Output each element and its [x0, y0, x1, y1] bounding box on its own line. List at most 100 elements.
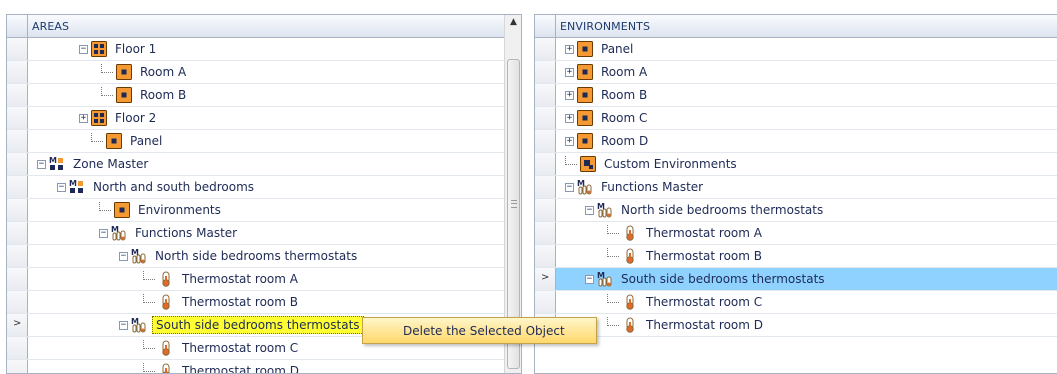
right-tree-node-label[interactable]: Room B: [598, 87, 650, 103]
right-tree-row[interactable]: Custom Environments: [535, 153, 1057, 176]
right-tree-node-label[interactable]: Thermostat room C: [643, 294, 765, 310]
left-tree-node-label[interactable]: Thermostat room B: [179, 294, 301, 310]
left-tree-node-label[interactable]: Thermostat room D: [179, 363, 302, 373]
right-tree-node-label[interactable]: Thermostat room B: [643, 248, 765, 264]
expand-icon[interactable]: +: [565, 44, 574, 54]
row-selector-cell[interactable]: [535, 130, 556, 152]
row-selector-cell[interactable]: >: [535, 268, 556, 290]
header-selector-cell: [535, 15, 556, 37]
right-tree-node-label[interactable]: Room C: [598, 110, 650, 126]
right-tree-node-label[interactable]: Panel: [598, 41, 636, 57]
left-tree-node-label[interactable]: Zone Master: [70, 156, 151, 172]
left-tree-row[interactable]: Thermostat room B: [7, 291, 521, 314]
right-tree-row[interactable]: Thermostat room B: [535, 245, 1057, 268]
right-tree-row[interactable]: Thermostat room C: [535, 291, 1057, 314]
row-selector-cell[interactable]: [535, 222, 556, 244]
right-tree-node-label[interactable]: Room A: [598, 64, 650, 80]
left-tree-row[interactable]: + Floor 2: [7, 107, 521, 130]
left-tree-node-label[interactable]: North and south bedrooms: [90, 179, 257, 195]
collapse-icon[interactable]: −: [585, 205, 594, 215]
row-selector-cell[interactable]: [7, 291, 28, 313]
row-selector-cell[interactable]: [7, 268, 28, 290]
row-selector-cell[interactable]: >: [7, 314, 28, 336]
right-tree-row[interactable]: Thermostat room D: [535, 314, 1057, 337]
left-tree-row[interactable]: − Floor 1: [7, 38, 521, 61]
row-selector-cell[interactable]: [535, 199, 556, 221]
left-tree-node-label[interactable]: Environments: [135, 202, 224, 218]
collapse-icon[interactable]: −: [565, 182, 574, 192]
row-selector-cell[interactable]: [535, 38, 556, 60]
row-selector-cell[interactable]: [7, 130, 28, 152]
row-selector-cell[interactable]: [535, 291, 556, 313]
right-tree-row[interactable]: + Room B: [535, 84, 1057, 107]
right-tree-row[interactable]: Thermostat room A: [535, 222, 1057, 245]
expand-icon[interactable]: +: [565, 113, 574, 123]
left-tree-node-label[interactable]: South side bedrooms thermostats: [152, 316, 364, 334]
row-selector-cell[interactable]: [7, 153, 28, 175]
row-selector-cell[interactable]: [7, 199, 28, 221]
row-selector-cell[interactable]: [7, 84, 28, 106]
right-tree-row[interactable]: + Panel: [535, 38, 1057, 61]
right-tree-node-label[interactable]: Room D: [598, 133, 651, 149]
row-selector-cell[interactable]: [7, 61, 28, 83]
row-selector-cell[interactable]: [535, 245, 556, 267]
expand-icon[interactable]: +: [565, 90, 574, 100]
left-tree-row[interactable]: − M Functions Master: [7, 222, 521, 245]
row-selector-cell[interactable]: [535, 176, 556, 198]
right-tree-node-label[interactable]: South side bedrooms thermostats: [618, 271, 828, 287]
right-tree-node-label[interactable]: Thermostat room A: [643, 225, 765, 241]
left-tree-row[interactable]: Room B: [7, 84, 521, 107]
left-tree-node-label[interactable]: Panel: [127, 133, 165, 149]
room-icon: [577, 41, 593, 57]
left-tree-node-label[interactable]: Floor 2: [112, 110, 159, 126]
collapse-icon[interactable]: −: [585, 274, 594, 284]
right-tree-row[interactable]: + Room D: [535, 130, 1057, 153]
row-selector-cell[interactable]: [535, 84, 556, 106]
left-tree-node-label[interactable]: Room B: [137, 87, 189, 103]
delete-selected-object-menu-item[interactable]: Delete the Selected Object: [403, 324, 565, 338]
collapse-icon[interactable]: −: [119, 251, 128, 261]
left-tree-row[interactable]: Environments: [7, 199, 521, 222]
row-selector-cell[interactable]: [535, 153, 556, 175]
collapse-icon[interactable]: −: [57, 182, 66, 192]
collapse-icon[interactable]: −: [79, 44, 88, 54]
left-tree-node-label[interactable]: Functions Master: [132, 225, 240, 241]
right-tree-row[interactable]: > − M South side bedrooms thermostats: [535, 268, 1057, 291]
expand-icon[interactable]: +: [565, 136, 574, 146]
expand-icon[interactable]: +: [565, 67, 574, 77]
left-tree-node-label[interactable]: Room A: [137, 64, 189, 80]
right-tree-row[interactable]: − M North side bedrooms thermostats: [535, 199, 1057, 222]
collapse-icon[interactable]: −: [119, 320, 128, 330]
collapse-icon[interactable]: −: [99, 228, 108, 238]
row-selector-cell[interactable]: [535, 61, 556, 83]
row-selector-cell[interactable]: [7, 176, 28, 198]
scroll-up-arrow-icon[interactable]: ▲: [505, 17, 521, 27]
row-selector-cell[interactable]: [7, 337, 28, 359]
left-tree-row[interactable]: Thermostat room D: [7, 360, 521, 373]
right-tree-row[interactable]: − M Functions Master: [535, 176, 1057, 199]
right-tree-node-label[interactable]: Thermostat room D: [643, 317, 766, 333]
left-tree-node-label[interactable]: North side bedrooms thermostats: [152, 248, 360, 264]
left-tree-row[interactable]: Thermostat room A: [7, 268, 521, 291]
left-tree-node-label[interactable]: Floor 1: [112, 41, 159, 57]
right-tree-row[interactable]: + Room A: [535, 61, 1057, 84]
row-selector-cell[interactable]: [535, 107, 556, 129]
left-tree-node-label[interactable]: Thermostat room C: [179, 340, 301, 356]
right-tree-node-label[interactable]: Custom Environments: [601, 156, 740, 172]
collapse-icon[interactable]: −: [37, 159, 46, 169]
left-tree-row[interactable]: Panel: [7, 130, 521, 153]
right-tree-node-label[interactable]: Functions Master: [598, 179, 706, 195]
expand-icon[interactable]: +: [79, 113, 88, 123]
left-tree-row[interactable]: − M North and south bedrooms: [7, 176, 521, 199]
row-selector-cell[interactable]: [7, 107, 28, 129]
left-tree-node-label[interactable]: Thermostat room A: [179, 271, 301, 287]
right-tree-row[interactable]: + Room C: [535, 107, 1057, 130]
left-tree-row[interactable]: − M Zone Master: [7, 153, 521, 176]
left-tree-row[interactable]: Room A: [7, 61, 521, 84]
left-tree-row[interactable]: − M North side bedrooms thermostats: [7, 245, 521, 268]
row-selector-cell[interactable]: [7, 360, 28, 373]
row-selector-cell[interactable]: [7, 38, 28, 60]
right-tree-node-label[interactable]: North side bedrooms thermostats: [618, 202, 826, 218]
row-selector-cell[interactable]: [7, 222, 28, 244]
row-selector-cell[interactable]: [7, 245, 28, 267]
